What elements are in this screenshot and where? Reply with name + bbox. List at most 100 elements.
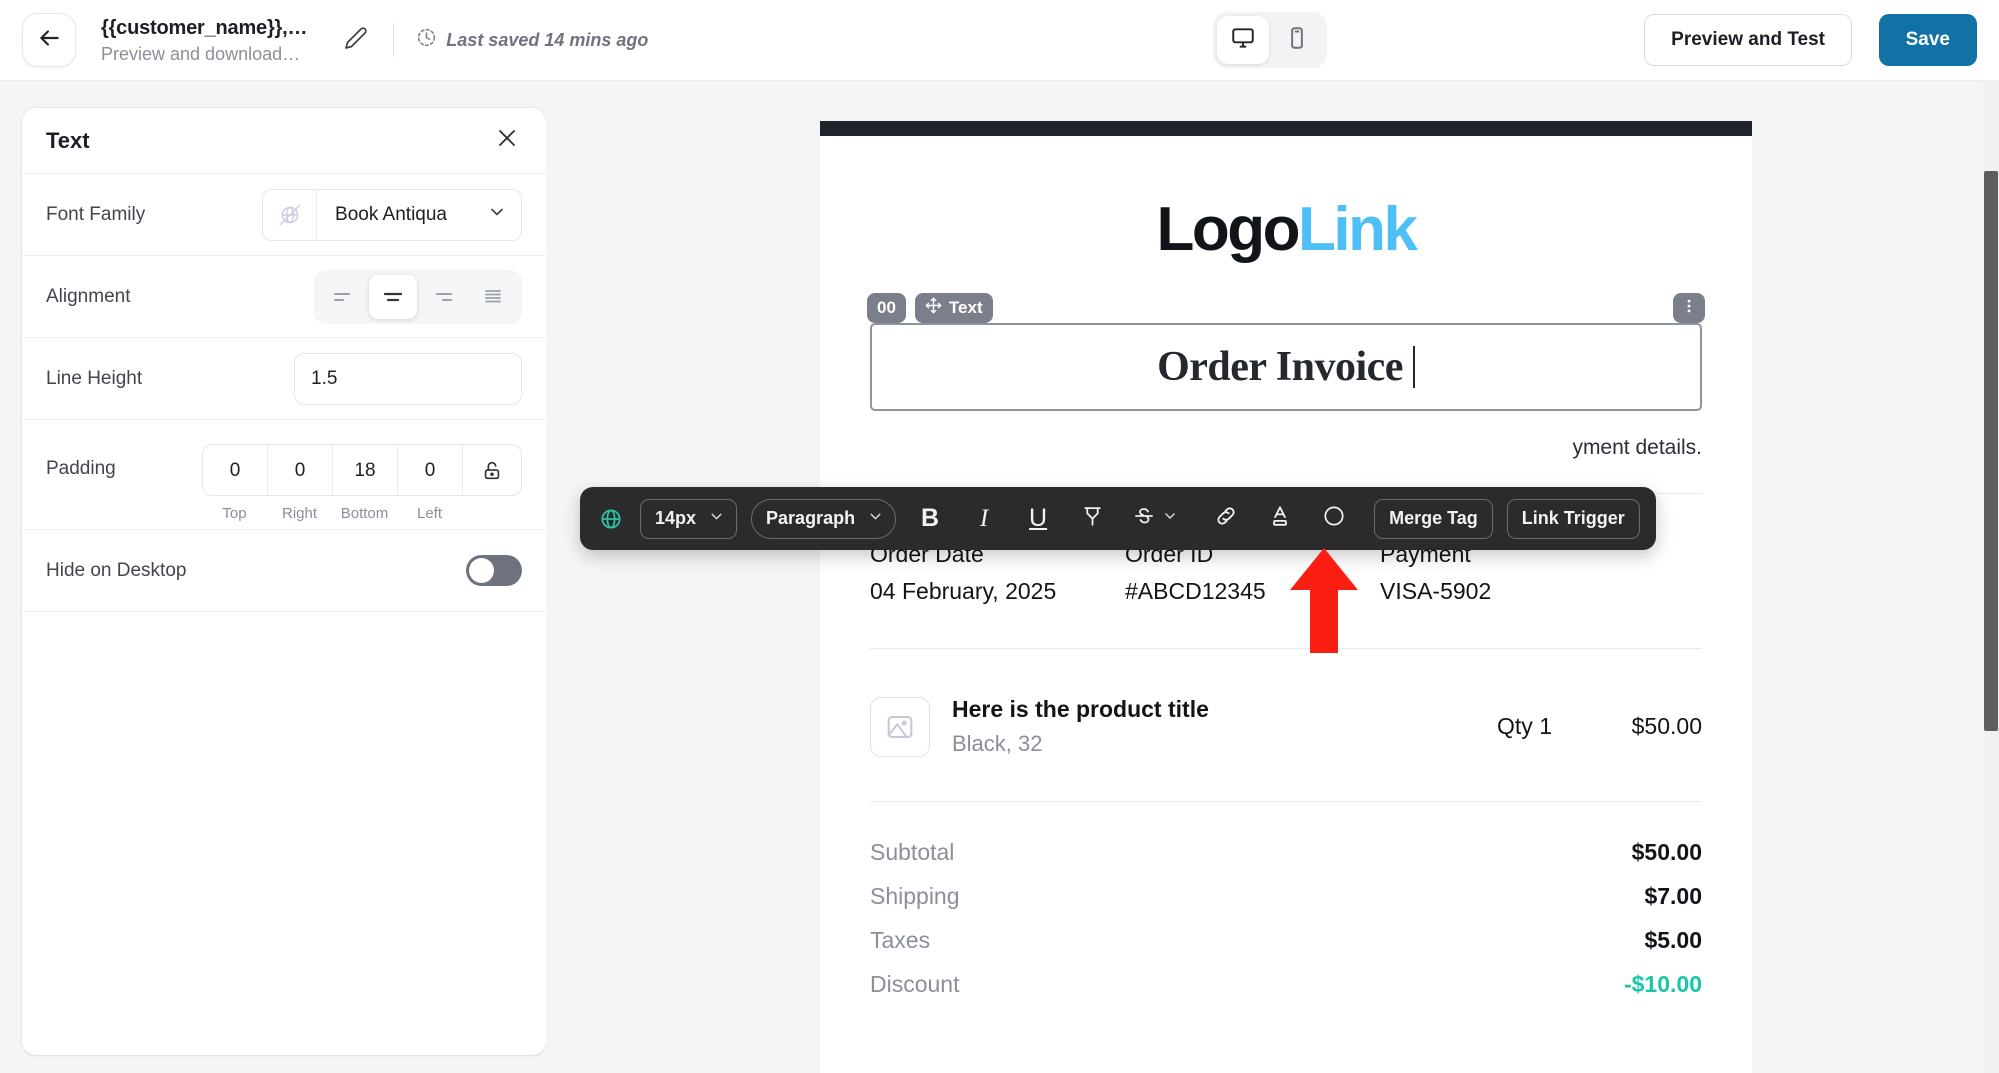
edit-title-button[interactable]: [339, 23, 373, 57]
line-height-label: Line Height: [46, 367, 143, 389]
line-height-row: Line Height 1.5: [22, 338, 546, 420]
total-row: Discount -$10.00: [870, 962, 1702, 1006]
close-panel-button[interactable]: [492, 126, 522, 156]
total-row: Subtotal $50.00: [870, 830, 1702, 874]
padding-left-input[interactable]: 0: [398, 445, 463, 495]
divider-meta: [870, 648, 1702, 649]
invoice-heading: Order Invoice: [1157, 344, 1403, 390]
image-placeholder-icon: [870, 696, 930, 757]
color-circle-icon: [1321, 503, 1347, 534]
email-top-accent-bar: [820, 121, 1752, 136]
align-left-button[interactable]: [319, 275, 367, 319]
page-title: {{customer_name}},…: [101, 16, 308, 39]
text-block-editor[interactable]: Order Invoice: [870, 323, 1702, 411]
chevron-down-icon: [1162, 508, 1178, 529]
hide-on-desktop-label: Hide on Desktop: [46, 559, 187, 581]
text-color-button[interactable]: [1260, 499, 1300, 539]
merge-tag-button[interactable]: Merge Tag: [1374, 498, 1493, 539]
padding-top-input[interactable]: 0: [203, 445, 268, 495]
device-preview-switch: [1213, 12, 1327, 68]
device-mobile-button[interactable]: [1271, 16, 1323, 64]
color-swatch-button[interactable]: [1314, 499, 1354, 539]
alignment-label: Alignment: [46, 285, 131, 307]
logo-text-primary: Logo: [1156, 195, 1301, 264]
padding-row: Padding 0 0 18 0 Top Right Bottom Left: [22, 420, 546, 530]
font-family-control[interactable]: Book Antiqua: [262, 188, 522, 241]
preview-and-test-button[interactable]: Preview and Test: [1644, 14, 1852, 66]
font-size-value: 14px: [655, 508, 697, 528]
line-item-row: Here is the product title Black, 32 Qty …: [870, 694, 1702, 759]
line-item-qty: Qty 1: [1497, 713, 1552, 739]
font-family-label: Font Family: [46, 203, 146, 225]
block-columns-badge[interactable]: 00: [867, 293, 906, 323]
align-center-button[interactable]: [369, 274, 417, 319]
align-justify-button[interactable]: [469, 275, 517, 319]
toolbar-divider: [393, 23, 395, 57]
page-subtitle: Preview and download…: [101, 43, 301, 64]
text-settings-panel: Text Font Family Book Antiqua Alignment …: [22, 108, 546, 1055]
font-family-select[interactable]: Book Antiqua: [317, 190, 521, 240]
toggle-knob: [469, 558, 494, 583]
padding-bottom-input[interactable]: 18: [333, 445, 398, 495]
selected-text-block[interactable]: 00 Text Order Invoice: [867, 293, 1705, 411]
saved-status-text: Last saved 14 mins ago: [446, 29, 649, 50]
block-badges: 00 Text: [867, 293, 993, 323]
font-size-select[interactable]: 14px: [640, 498, 738, 539]
top-toolbar: {{customer_name}},… Preview and download…: [0, 0, 1999, 81]
padding-sub-labels: Top Right Bottom Left: [202, 505, 522, 522]
font-family-value: Book Antiqua: [335, 203, 447, 225]
line-item-price: $50.00: [1631, 713, 1702, 739]
highlighter-icon: [1080, 504, 1105, 534]
desktop-icon: [1230, 25, 1256, 56]
total-value: -$10.00: [1623, 970, 1702, 997]
last-saved-status: Last saved 14 mins ago: [416, 27, 648, 53]
padding-inputs: 0 0 18 0: [202, 444, 522, 496]
email-logo: LogoLink: [820, 136, 1752, 261]
email-canvas: LogoLink 00 Text Order Invoice yment det…: [546, 81, 1983, 1073]
vertical-scrollbar-thumb[interactable]: [1984, 171, 1998, 731]
chevron-down-icon: [487, 202, 507, 227]
strikethrough-button[interactable]: [1126, 499, 1184, 539]
device-desktop-button[interactable]: [1217, 16, 1269, 64]
line-item-variant: Black, 32: [952, 731, 1043, 756]
total-value: $50.00: [1631, 838, 1702, 865]
chevron-down-icon: [867, 508, 884, 530]
link-trigger-button[interactable]: Link Trigger: [1506, 498, 1640, 539]
align-right-button[interactable]: [419, 275, 467, 319]
highlighter-button[interactable]: [1072, 499, 1112, 539]
pencil-icon: [344, 26, 368, 55]
strikethrough-icon: [1132, 504, 1156, 533]
total-label: Shipping: [870, 882, 960, 909]
block-type-label: Text: [948, 298, 983, 317]
bold-button[interactable]: B: [910, 499, 950, 539]
clock-icon: [416, 27, 437, 53]
annotation-arrow-icon: [1288, 548, 1360, 658]
alignment-button-group: [314, 269, 522, 324]
save-button[interactable]: Save: [1878, 14, 1977, 66]
hide-on-desktop-toggle[interactable]: [466, 555, 522, 586]
block-menu-button[interactable]: [1673, 293, 1705, 323]
italic-button[interactable]: I: [964, 499, 1004, 539]
padding-right-input[interactable]: 0: [268, 445, 333, 495]
hide-on-desktop-row: Hide on Desktop: [22, 530, 546, 612]
back-button[interactable]: [22, 13, 76, 67]
padding-bottom-label: Bottom: [340, 505, 389, 522]
block-format-value: Paragraph: [766, 508, 856, 528]
padding-left-label: Left: [416, 505, 443, 522]
padding-lock-button[interactable]: [463, 445, 521, 495]
block-format-select[interactable]: Paragraph: [751, 498, 897, 539]
arrow-left-icon: [36, 25, 62, 56]
mobile-icon: [1284, 25, 1310, 56]
block-type-badge[interactable]: Text: [914, 293, 993, 323]
total-row: Taxes $5.00: [870, 918, 1702, 962]
total-label: Taxes: [870, 926, 931, 953]
underline-button[interactable]: U: [1018, 499, 1058, 539]
invoice-intro-text: yment details.: [1572, 436, 1702, 459]
globe-translate-icon[interactable]: [596, 504, 626, 534]
line-height-input[interactable]: 1.5: [294, 352, 522, 405]
link-button[interactable]: [1206, 499, 1246, 539]
vertical-scrollbar-track[interactable]: [1983, 81, 1999, 1073]
total-row: Shipping $7.00: [870, 874, 1702, 918]
email-preview: LogoLink 00 Text Order Invoice yment det…: [820, 121, 1752, 1073]
meta-value: 04 February, 2025: [870, 578, 1057, 604]
